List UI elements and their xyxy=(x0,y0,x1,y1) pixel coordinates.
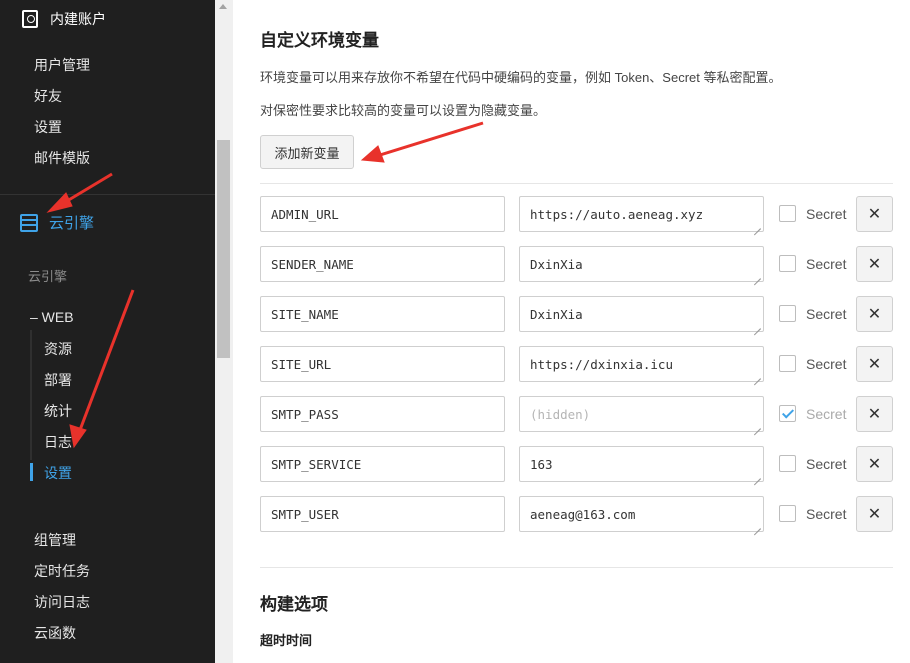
description-line-2: 对保密性要求比较高的变量可以设置为隐藏变量。 xyxy=(260,103,547,118)
variable-key-input[interactable]: SITE_NAME xyxy=(260,296,505,332)
page-title: 自定义环境变量 xyxy=(260,31,379,50)
variable-value-input[interactable]: DxinXia xyxy=(519,296,764,332)
resize-grip-icon[interactable] xyxy=(754,322,761,329)
secret-label: Secret xyxy=(806,505,847,522)
timeout-label: 超时时间 xyxy=(260,633,313,648)
checkbox-icon[interactable] xyxy=(779,255,796,272)
sidebar-item-web-settings[interactable]: 设置 xyxy=(44,463,72,483)
variable-value-input[interactable]: (hidden) xyxy=(519,396,764,432)
delete-variable-button[interactable]: ✕ xyxy=(856,496,893,532)
variable-key-input[interactable]: SENDER_NAME xyxy=(260,246,505,282)
secret-label: Secret xyxy=(806,205,847,222)
variable-value-text: DxinXia xyxy=(530,256,583,272)
sidebar-item-group-management[interactable]: 组管理 xyxy=(34,530,76,550)
variable-key-input[interactable]: SMTP_PASS xyxy=(260,396,505,432)
secret-toggle[interactable]: Secret xyxy=(779,455,846,472)
sidebar-item-email-templates[interactable]: 邮件模版 xyxy=(34,148,90,168)
env-variable-row: SMTP_USER aeneag@163.com Secret ✕ xyxy=(260,496,893,532)
variable-value-text: DxinXia xyxy=(530,306,583,322)
sidebar-item-user-management[interactable]: 用户管理 xyxy=(34,55,90,75)
sidebar-group-web[interactable]: – WEB xyxy=(30,309,74,325)
resize-grip-icon[interactable] xyxy=(754,272,761,279)
divider xyxy=(260,183,893,184)
checkbox-icon[interactable] xyxy=(779,505,796,522)
variable-value-input[interactable]: https://dxinxia.icu xyxy=(519,346,764,382)
variable-key-input[interactable]: SMTP_SERVICE xyxy=(260,446,505,482)
sidebar-item-resources[interactable]: 资源 xyxy=(44,339,72,359)
env-variable-row: SENDER_NAME DxinXia Secret ✕ xyxy=(260,246,893,282)
variable-value-input[interactable]: aeneag@163.com xyxy=(519,496,764,532)
secret-label: Secret xyxy=(806,455,847,472)
sidebar-item-scheduled-tasks[interactable]: 定时任务 xyxy=(34,561,90,581)
scrollbar-thumb[interactable] xyxy=(217,140,230,358)
scroll-up-arrow-icon[interactable] xyxy=(219,4,227,9)
secret-toggle[interactable]: Secret xyxy=(779,405,846,422)
active-indicator xyxy=(30,463,33,481)
delete-variable-button[interactable]: ✕ xyxy=(856,346,893,382)
sidebar-item-cloud-engine[interactable]: 云引擎 xyxy=(20,212,94,233)
variable-key-input[interactable]: ADMIN_URL xyxy=(260,196,505,232)
secret-label: Secret xyxy=(806,355,847,372)
resize-grip-icon[interactable] xyxy=(754,222,761,229)
sidebar-item-logs[interactable]: 日志 xyxy=(44,432,72,452)
env-variable-row: ADMIN_URL https://auto.aeneag.xyz Secret ✕ xyxy=(260,196,893,232)
checkbox-icon[interactable] xyxy=(779,355,796,372)
variable-value-text: aeneag@163.com xyxy=(530,506,636,522)
main-content: 自定义环境变量 环境变量可以用来存放你不希望在代码中硬编码的变量，例如 Toke… xyxy=(233,0,910,663)
secret-toggle[interactable]: Secret xyxy=(779,255,846,272)
checkbox-icon[interactable] xyxy=(779,405,796,422)
web-group-guide-line xyxy=(30,330,32,460)
description-line-1: 环境变量可以用来存放你不希望在代码中硬编码的变量，例如 Token、Secret… xyxy=(260,70,782,85)
sidebar-item-access-logs[interactable]: 访问日志 xyxy=(34,592,90,612)
build-options-title: 构建选项 xyxy=(260,595,328,614)
secret-label: Secret xyxy=(806,405,847,422)
server-icon xyxy=(20,213,38,232)
resize-grip-icon[interactable] xyxy=(754,372,761,379)
resize-grip-icon[interactable] xyxy=(754,422,761,429)
secret-toggle[interactable]: Secret xyxy=(779,205,846,222)
checkbox-icon[interactable] xyxy=(779,305,796,322)
cloud-engine-subtitle: 云引擎 xyxy=(28,269,68,284)
variable-value-text: https://dxinxia.icu xyxy=(530,356,673,372)
secret-toggle[interactable]: Secret xyxy=(779,505,846,522)
divider xyxy=(260,567,893,568)
secret-label: Secret xyxy=(806,305,847,322)
account-section-label: 内建账户 xyxy=(50,11,106,27)
sidebar-item-cloud-functions[interactable]: 云函数 xyxy=(34,623,76,643)
env-variable-row: SMTP_SERVICE 163 Secret ✕ xyxy=(260,446,893,482)
variable-value-text: https://auto.aeneag.xyz xyxy=(530,206,704,222)
add-variable-button[interactable]: 添加新变量 xyxy=(260,135,354,169)
secret-toggle[interactable]: Secret xyxy=(779,355,846,372)
sidebar-item-deploy[interactable]: 部署 xyxy=(44,370,72,390)
sidebar: 内建账户 用户管理 好友 设置 邮件模版 云引擎 云引擎 – WEB 资源 部署… xyxy=(0,0,215,663)
variable-value-input[interactable]: DxinXia xyxy=(519,246,764,282)
sidebar-item-account-settings[interactable]: 设置 xyxy=(34,117,62,137)
sidebar-divider xyxy=(0,194,215,195)
delete-variable-button[interactable]: ✕ xyxy=(856,196,893,232)
variable-key-input[interactable]: SMTP_USER xyxy=(260,496,505,532)
sidebar-item-friends[interactable]: 好友 xyxy=(34,86,62,106)
cloud-engine-label: 云引擎 xyxy=(49,215,95,232)
delete-variable-button[interactable]: ✕ xyxy=(856,246,893,282)
env-variable-row: SMTP_PASS (hidden) Secret ✕ xyxy=(260,396,893,432)
checkbox-icon[interactable] xyxy=(779,205,796,222)
resize-grip-icon[interactable] xyxy=(754,522,761,529)
env-variable-row: SITE_NAME DxinXia Secret ✕ xyxy=(260,296,893,332)
sidebar-item-stats[interactable]: 统计 xyxy=(44,401,72,421)
variable-key-input[interactable]: SITE_URL xyxy=(260,346,505,382)
resize-grip-icon[interactable] xyxy=(754,472,761,479)
account-section-title[interactable]: 内建账户 xyxy=(22,8,106,30)
variable-value-text: (hidden) xyxy=(530,406,591,422)
variable-value-input[interactable]: 163 xyxy=(519,446,764,482)
delete-variable-button[interactable]: ✕ xyxy=(856,296,893,332)
delete-variable-button[interactable]: ✕ xyxy=(856,396,893,432)
variable-value-input[interactable]: https://auto.aeneag.xyz xyxy=(519,196,764,232)
contact-card-icon xyxy=(22,10,38,28)
variable-value-text: 163 xyxy=(530,456,553,472)
env-variable-row: SITE_URL https://dxinxia.icu Secret ✕ xyxy=(260,346,893,382)
secret-label: Secret xyxy=(806,255,847,272)
checkbox-icon[interactable] xyxy=(779,455,796,472)
secret-toggle[interactable]: Secret xyxy=(779,305,846,322)
delete-variable-button[interactable]: ✕ xyxy=(856,446,893,482)
